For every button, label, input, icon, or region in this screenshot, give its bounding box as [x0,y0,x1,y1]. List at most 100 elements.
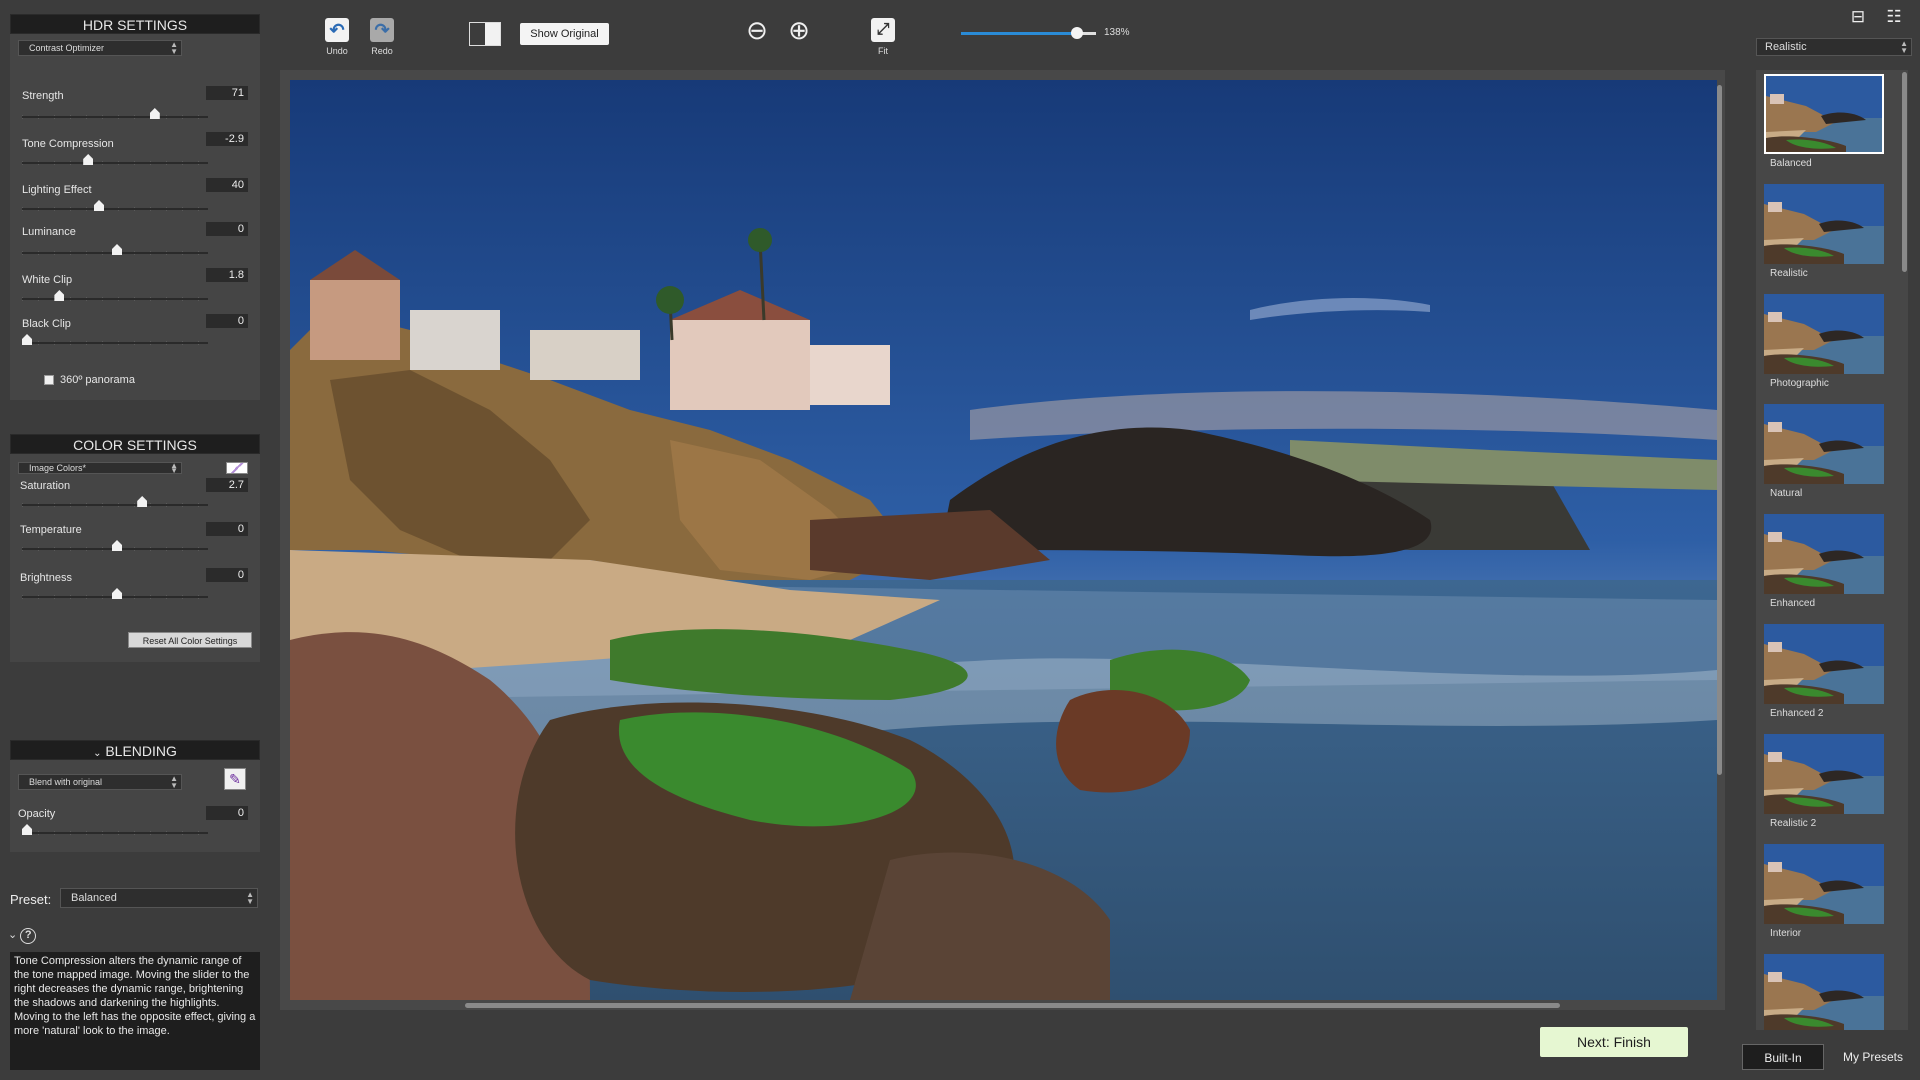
preset-preview-svg [1764,734,1884,814]
slider-value-field[interactable]: 71 [206,86,248,100]
redo-label: Redo [371,46,393,56]
slider-value-field[interactable]: 0 [206,314,248,328]
slider-value-field[interactable]: 0 [206,806,248,820]
preset-preview-image [1764,514,1884,594]
slider-value-field[interactable]: 0 [206,222,248,236]
zoom-slider[interactable] [961,27,1096,39]
slider-thumb[interactable] [94,200,104,211]
slider-thumb[interactable] [112,588,122,599]
slider-value-field[interactable]: -2.9 [206,132,248,146]
undo-button[interactable]: ↶ Undo [322,18,352,56]
slider-label: Opacity [18,808,56,820]
blending-header[interactable]: ⌄ BLENDING [10,740,260,760]
next-finish-button[interactable]: Next: Finish [1540,1027,1688,1057]
updown-icon: ▲ ▼ [170,40,178,56]
hdr-method-dropdown[interactable]: Contrast Optimizer ▲ ▼ [18,40,182,56]
preview-image-svg [290,80,1717,1000]
slider-label: Black Clip [22,318,71,330]
color-swatch[interactable] [226,462,248,474]
preset-category-dropdown[interactable]: Realistic ▲ ▼ [1756,38,1912,56]
help-icon: ? [20,928,37,944]
preset-preview-svg [1764,844,1884,924]
preset-thumbnail[interactable]: Natural [1756,400,1906,510]
slider-thumb[interactable] [83,154,94,165]
preset-preview-image [1764,954,1884,1030]
slider-value-field[interactable]: 0 [206,522,248,536]
slider-thumb[interactable] [22,334,32,345]
preset-thumbnails: Balanced Realistic Photographic Natural Enha… [1756,70,1908,1030]
preset-preview-image [1764,184,1884,264]
color-mode-value: Image Colors* [29,463,87,473]
slider-thumb[interactable] [149,108,160,119]
left-panel: HDR SETTINGS Contrast Optimizer ▲ ▼ Stren… [0,0,270,1080]
preset-thumbnail[interactable]: Photographic [1756,290,1906,400]
slider-thumb[interactable] [54,290,65,301]
color-settings-section: COLOR SETTINGS Image Colors* ▲ ▼ Saturati… [10,434,260,662]
preset-preview-svg [1764,184,1884,264]
tab-built-in[interactable]: Built-In [1742,1044,1824,1070]
slider-track[interactable] [22,208,208,210]
fit-button[interactable]: ⤢ Fit [868,18,898,56]
image-canvas [280,70,1725,1010]
redo-button[interactable]: ↷ Redo [367,18,397,56]
reset-color-settings-button[interactable]: Reset All Color Settings [128,632,252,648]
eyedropper-icon[interactable]: ✎ [224,768,246,790]
slider-label: Luminance [22,226,76,238]
presets-scrollbar[interactable] [1902,72,1907,272]
hdr-settings-section: HDR SETTINGS Contrast Optimizer ▲ ▼ Stren… [10,14,260,400]
split-view-icon[interactable] [469,22,501,46]
zoom-slider-thumb[interactable] [1071,27,1084,39]
preset-preview-image [1764,404,1884,484]
panorama-checkbox[interactable] [44,375,54,385]
show-original-button[interactable]: Show Original [520,23,609,45]
fit-label: Fit [878,46,888,56]
slider-track[interactable] [22,342,208,344]
slider-thumb[interactable] [112,244,122,255]
slider-value-field[interactable]: 40 [206,178,248,192]
updown-icon: ▲ ▼ [170,774,178,790]
slider-track[interactable] [22,162,208,164]
zoom-in-icon[interactable]: ⊕ [784,16,814,46]
zoom-value: 138% [1104,27,1130,38]
preset-preview-image [1764,844,1884,924]
slider-value-field[interactable]: 2.7 [206,478,248,492]
slider-track[interactable] [22,504,208,506]
slider-value-field[interactable]: 0 [206,568,248,582]
blend-mode-dropdown[interactable]: Blend with original ▲ ▼ [18,774,182,790]
preset-thumbnail[interactable]: Realistic [1756,180,1906,290]
slider-track[interactable] [22,116,208,118]
color-mode-dropdown[interactable]: Image Colors* ▲ ▼ [18,462,182,475]
preset-name: Natural [1770,488,1803,499]
slider-track[interactable] [22,298,208,300]
preset-thumbnail[interactable]: Enhanced [1756,510,1906,620]
slider-thumb[interactable] [137,496,148,507]
slider-value-field[interactable]: 1.8 [206,268,248,282]
slider-label: Strength [22,90,64,102]
preset-thumbnail[interactable]: Realistic 2 [1756,730,1906,840]
slider-thumb[interactable] [22,824,32,835]
preset-thumbnail[interactable] [1756,950,1906,1030]
panorama-label: 360º panorama [60,374,135,386]
slider-track[interactable] [22,832,208,834]
slider-thumb[interactable] [112,540,122,551]
preset-thumbnail[interactable]: Enhanced 2 [1756,620,1906,730]
vertical-scrollbar[interactable] [1717,85,1722,775]
chevron-down-icon: ⌄ [93,748,102,759]
preset-preview-svg [1764,404,1884,484]
slider-label: Temperature [20,524,82,536]
preset-preview-svg [1764,624,1884,704]
save-preset-icon[interactable]: ⊟ [1848,7,1868,27]
help-toggle[interactable]: ⌄? [8,928,37,944]
presets-panel: ⊟ ☷ Realistic ▲ ▼ Balanced Realistic Photog… [1738,0,1920,1080]
preset-thumbnail[interactable]: Balanced [1756,70,1906,180]
preset-name: Interior [1770,928,1802,939]
horizontal-scrollbar[interactable] [465,1003,1560,1008]
preset-select[interactable]: Balanced ▲ ▼ [60,888,258,908]
preset-preview-image [1764,734,1884,814]
preset-thumbnail[interactable]: Interior [1756,840,1906,950]
grid-view-icon[interactable]: ☷ [1884,7,1904,27]
preset-preview-svg [1764,514,1884,594]
blending-title: BLENDING [105,743,177,759]
tab-my-presets[interactable]: My Presets [1828,1044,1918,1070]
zoom-out-icon[interactable]: ⊖ [742,16,772,46]
